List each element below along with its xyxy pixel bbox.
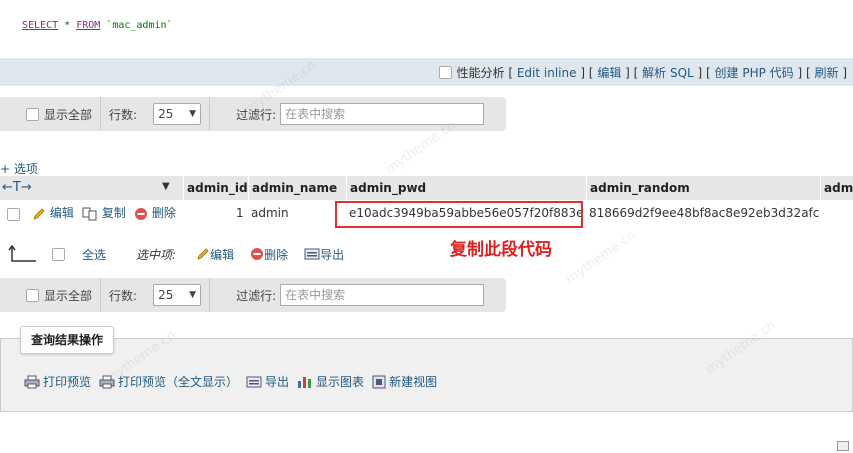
refresh-link[interactable]: 刷新 bbox=[814, 64, 838, 81]
rows-label-bottom: 行数: bbox=[109, 288, 138, 303]
export-link[interactable]: 导出 bbox=[246, 373, 289, 390]
cell-admin-name: admin bbox=[251, 206, 289, 220]
query-ops-title: 查询结果操作 bbox=[20, 326, 115, 354]
table-header: ←T→ ▼ admin_id admin_name admin_pwd admi… bbox=[0, 176, 853, 200]
selected-delete-action[interactable]: 删除 bbox=[250, 246, 288, 263]
profiling-checkbox[interactable] bbox=[438, 66, 452, 79]
selected-edit-label: 编辑 bbox=[210, 247, 235, 262]
edit-sql-link[interactable]: 编辑 bbox=[597, 64, 621, 81]
show-all-segment-bottom: 显示全部 bbox=[0, 278, 102, 312]
row-delete-action[interactable]: 删除 bbox=[134, 200, 176, 226]
column-header-admin-random[interactable]: admin_random bbox=[586, 176, 821, 200]
rows-select[interactable]: 25 ▼ bbox=[153, 103, 202, 125]
view-icon bbox=[372, 375, 386, 388]
pwd-highlight-box bbox=[335, 201, 583, 228]
watermark-text: mytheme.cn bbox=[563, 227, 639, 288]
scroll-corner-icon bbox=[837, 441, 849, 451]
options-link[interactable]: + 选项 bbox=[0, 160, 38, 177]
create-php-link[interactable]: 创建 PHP 代码 bbox=[715, 64, 794, 81]
selected-delete-label: 删除 bbox=[264, 247, 289, 262]
column-header-admin-pwd[interactable]: admin_pwd bbox=[346, 176, 586, 200]
print-view-link[interactable]: 打印预览 bbox=[24, 373, 91, 390]
profiling-label: 性能分析 bbox=[456, 66, 505, 80]
query-ops-links: 打印预览 打印预览（全文显示） 导出 显示图表 新建视图 bbox=[24, 373, 445, 390]
cell-admin-random[interactable]: 818669d2f9ee48bf8ac8e92eb3d32afc bbox=[589, 200, 819, 226]
filter-label-bottom: 过滤行: bbox=[236, 288, 277, 303]
show-chart-link[interactable]: 显示图表 bbox=[297, 373, 364, 390]
copy-icon bbox=[82, 207, 97, 220]
check-all-checkbox[interactable] bbox=[52, 247, 65, 261]
rows-select-value: 25 bbox=[158, 107, 174, 121]
show-all-label-bottom: 显示全部 bbox=[44, 288, 93, 303]
arrow-up-left-icon bbox=[8, 245, 36, 262]
pencil-icon bbox=[33, 207, 45, 220]
check-all-label[interactable]: 全选 bbox=[82, 246, 106, 263]
dropdown-arrow-icon: ▼ bbox=[189, 290, 197, 300]
filter-search-input-bottom[interactable]: 在表中搜索 bbox=[280, 284, 485, 306]
new-view-label: 新建视图 bbox=[389, 375, 438, 389]
row-copy-action[interactable]: 复制 bbox=[82, 200, 126, 226]
show-all-label: 显示全部 bbox=[44, 107, 93, 122]
rows-select-bottom[interactable]: 25 ▼ bbox=[153, 284, 202, 306]
show-all-checkbox-bottom[interactable] bbox=[26, 288, 39, 302]
show-all-segment: 显示全部 bbox=[0, 97, 102, 131]
column-header-admin-id[interactable]: admin_id bbox=[183, 176, 248, 200]
rows-segment: 行数: 25 ▼ bbox=[101, 97, 211, 131]
delete-icon bbox=[251, 248, 264, 260]
selected-export-label: 导出 bbox=[320, 247, 345, 262]
row-delete-label: 删除 bbox=[151, 206, 176, 220]
export-icon bbox=[246, 376, 262, 387]
row-checkbox[interactable] bbox=[7, 208, 20, 221]
navigation-bar-bottom: 显示全部 行数: 25 ▼ 过滤行: 在表中搜索 bbox=[0, 278, 506, 312]
print-full-label: 打印预览（全文显示） bbox=[118, 375, 239, 389]
column-header-admin-more[interactable]: adm bbox=[820, 176, 853, 200]
with-selected-bar: 全选 选中项: 编辑 删除 导出 bbox=[0, 240, 360, 268]
row-edit-label: 编辑 bbox=[49, 206, 74, 220]
toolbar-links: 性能分析 [ Edit inline ] [ 编辑 ] [ 解析 SQL ] [… bbox=[438, 64, 847, 81]
export-icon bbox=[304, 248, 320, 260]
sql-keyword-from[interactable]: FROM bbox=[76, 20, 100, 31]
show-all-checkbox[interactable] bbox=[26, 107, 39, 121]
rows-select-value-bottom: 25 bbox=[158, 288, 174, 302]
sql-keyword-select[interactable]: SELECT bbox=[22, 20, 58, 31]
rows-segment-bottom: 行数: 25 ▼ bbox=[101, 278, 211, 312]
cell-admin-id: 1 bbox=[236, 206, 244, 220]
dropdown-arrow-icon: ▼ bbox=[189, 109, 197, 119]
new-view-link[interactable]: 新建视图 bbox=[372, 373, 437, 390]
row-copy-label: 复制 bbox=[101, 206, 126, 220]
rows-label: 行数: bbox=[109, 107, 138, 122]
selected-export-action[interactable]: 导出 bbox=[304, 246, 344, 263]
sql-query-text: SELECT * FROM `mac_admin` bbox=[22, 20, 173, 31]
column-header-admin-name[interactable]: admin_name bbox=[248, 176, 344, 200]
print-view-label: 打印预览 bbox=[43, 375, 92, 389]
query-toolbar: 性能分析 [ Edit inline ] [ 编辑 ] [ 解析 SQL ] [… bbox=[0, 58, 853, 86]
sql-star: * bbox=[58, 20, 77, 31]
printer-icon bbox=[24, 375, 40, 388]
delete-icon bbox=[135, 207, 147, 220]
sql-table-name: `mac_admin` bbox=[100, 20, 173, 31]
with-selected-label: 选中项: bbox=[136, 247, 177, 262]
show-chart-label: 显示图表 bbox=[316, 375, 365, 389]
bar-chart-icon bbox=[298, 376, 312, 388]
copy-code-annotation: 复制此段代码 bbox=[450, 240, 552, 260]
export-label: 导出 bbox=[265, 375, 290, 389]
selected-edit-action[interactable]: 编辑 bbox=[196, 246, 234, 263]
row-edit-action[interactable]: 编辑 bbox=[32, 200, 74, 226]
edit-inline-link[interactable]: Edit inline bbox=[517, 66, 577, 80]
sort-dropdown-icon[interactable]: ▼ bbox=[162, 181, 170, 192]
filter-segment-bottom: 过滤行: 在表中搜索 bbox=[210, 278, 492, 312]
explain-sql-link[interactable]: 解析 SQL bbox=[642, 64, 694, 81]
column-arrows[interactable]: ←T→ bbox=[2, 180, 32, 195]
pencil-icon bbox=[197, 248, 209, 260]
